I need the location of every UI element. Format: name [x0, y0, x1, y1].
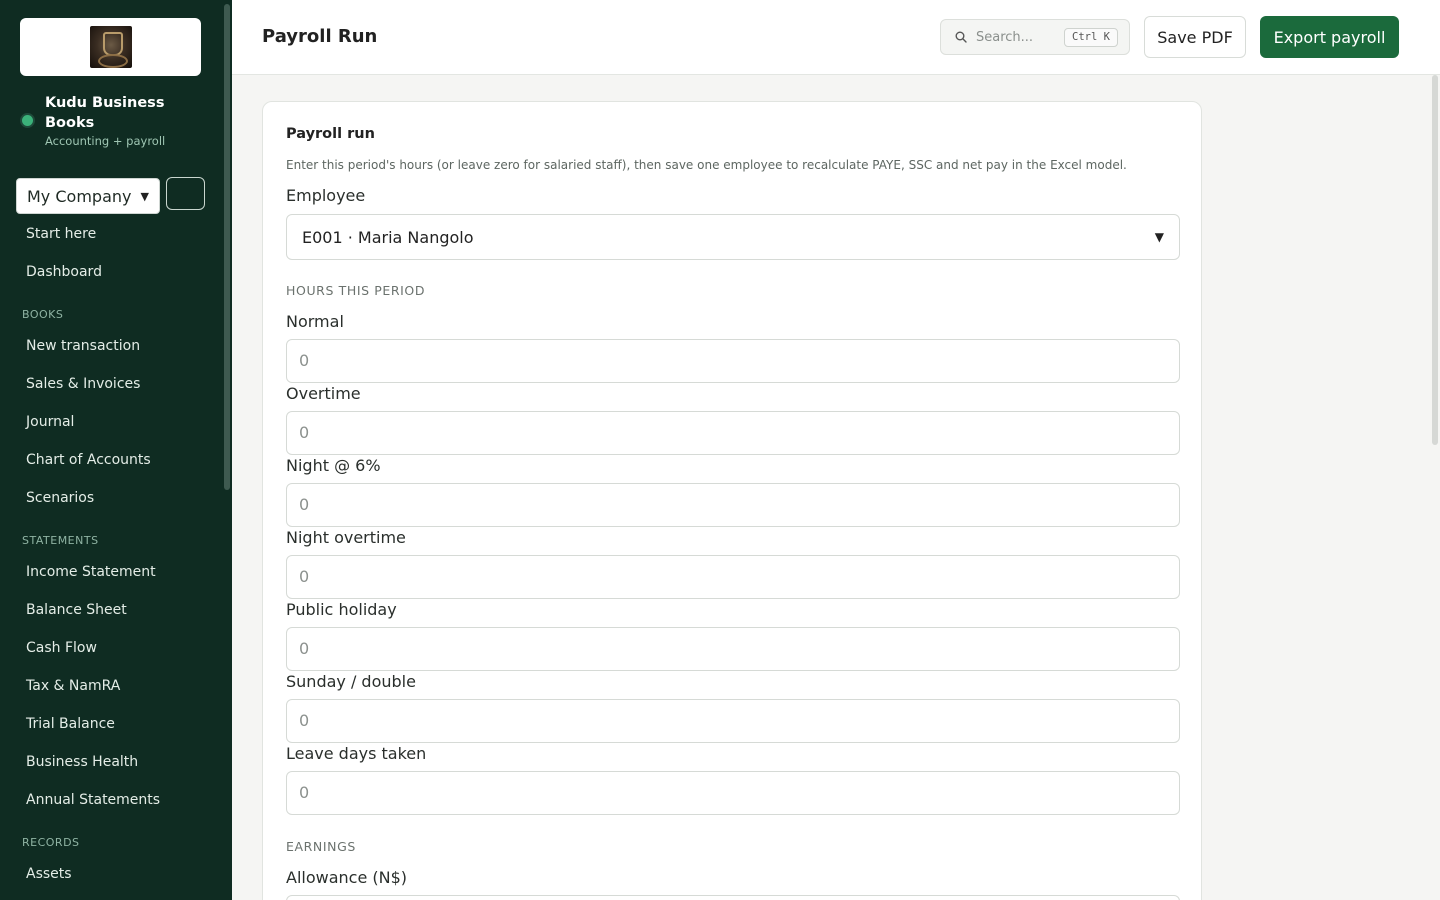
sunday-double-label: Sunday / double	[286, 672, 416, 691]
allowance-label: Allowance (N$)	[286, 868, 408, 887]
company-logo	[89, 26, 132, 68]
overtime-hours-input[interactable]: 0	[286, 411, 1180, 455]
sidebar-section-books: BOOKS	[22, 308, 64, 321]
night-overtime-input[interactable]: 0	[286, 555, 1180, 599]
card-description: Enter this period's hours (or leave zero…	[286, 158, 1127, 172]
leave-days-input[interactable]: 0	[286, 771, 1180, 815]
allowance-input[interactable]	[286, 895, 1180, 900]
sidebar-item-balance-sheet[interactable]: Balance Sheet	[26, 600, 127, 620]
sidebar-scrollbar[interactable]	[224, 4, 230, 490]
public-holiday-input[interactable]: 0	[286, 627, 1180, 671]
normal-hours-input[interactable]: 0	[286, 339, 1180, 383]
chevron-down-icon: ▼	[140, 189, 149, 203]
save-pdf-button[interactable]: Save PDF	[1144, 16, 1246, 58]
sidebar-item-journal[interactable]: Journal	[26, 412, 74, 432]
brand-subtitle: Accounting + payroll	[45, 134, 166, 148]
sidebar-item-cash-flow[interactable]: Cash Flow	[26, 638, 97, 658]
payroll-run-card: Payroll run Enter this period's hours (o…	[262, 101, 1202, 900]
public-holiday-label: Public holiday	[286, 600, 397, 619]
night-hours-label: Night @ 6%	[286, 456, 381, 475]
employee-label: Employee	[286, 186, 366, 205]
company-select[interactable]: My Company ▼	[16, 178, 160, 214]
sidebar-item-tax-namra[interactable]: Tax & NamRA	[26, 676, 120, 696]
sidebar-item-annual-statements[interactable]: Annual Statements	[26, 790, 160, 810]
sidebar-item-scenarios[interactable]: Scenarios	[26, 488, 94, 508]
sidebar-item-new-transaction[interactable]: New transaction	[26, 336, 140, 356]
company-action-button[interactable]	[166, 177, 205, 210]
status-dot-icon	[20, 113, 35, 128]
sidebar-item-sales-invoices[interactable]: Sales & Invoices	[26, 374, 140, 394]
sidebar-item-dashboard[interactable]: Dashboard	[26, 262, 102, 282]
employee-select[interactable]: E001 · Maria Nangolo ▼	[286, 214, 1180, 260]
export-payroll-button[interactable]: Export payroll	[1260, 16, 1399, 58]
sidebar-item-chart-of-accounts[interactable]: Chart of Accounts	[26, 450, 151, 470]
company-select-value: My Company	[27, 186, 132, 206]
overtime-hours-label: Overtime	[286, 384, 361, 403]
leave-days-label: Leave days taken	[286, 744, 427, 763]
search-shortcut-badge: Ctrl K	[1064, 28, 1118, 47]
sidebar-item-trial-balance[interactable]: Trial Balance	[26, 714, 115, 734]
search-icon	[955, 31, 967, 43]
sidebar-item-assets[interactable]: Assets	[26, 864, 72, 884]
page-title: Payroll Run	[262, 26, 378, 47]
card-title: Payroll run	[286, 126, 375, 142]
chevron-down-icon: ▼	[1154, 230, 1164, 244]
sidebar-item-start-here[interactable]: Start here	[26, 224, 96, 244]
sidebar-item-business-health[interactable]: Business Health	[26, 752, 138, 772]
hours-section-label: HOURS THIS PERIOD	[286, 283, 426, 298]
sidebar-section-records: RECORDS	[22, 836, 80, 849]
sidebar-section-statements: STATEMENTS	[22, 534, 99, 547]
brand-name: Kudu Business Books	[45, 95, 165, 131]
logo-card[interactable]	[20, 18, 201, 76]
earnings-section-label: EARNINGS	[286, 839, 356, 854]
sidebar-item-income-statement[interactable]: Income Statement	[26, 562, 156, 582]
search-input[interactable]: Search... Ctrl K	[940, 19, 1130, 55]
night-overtime-label: Night overtime	[286, 528, 406, 547]
sidebar: Kudu Business Books Accounting + payroll…	[0, 0, 232, 900]
top-bar: Payroll Run Search... Ctrl K Save PDF Ex…	[232, 0, 1440, 75]
normal-hours-label: Normal	[286, 312, 344, 331]
employee-select-value: E001 · Maria Nangolo	[302, 227, 474, 247]
sunday-double-input[interactable]: 0	[286, 699, 1180, 743]
main-scrollbar[interactable]	[1432, 75, 1438, 445]
search-placeholder: Search...	[976, 30, 1034, 45]
night-hours-input[interactable]: 0	[286, 483, 1180, 527]
